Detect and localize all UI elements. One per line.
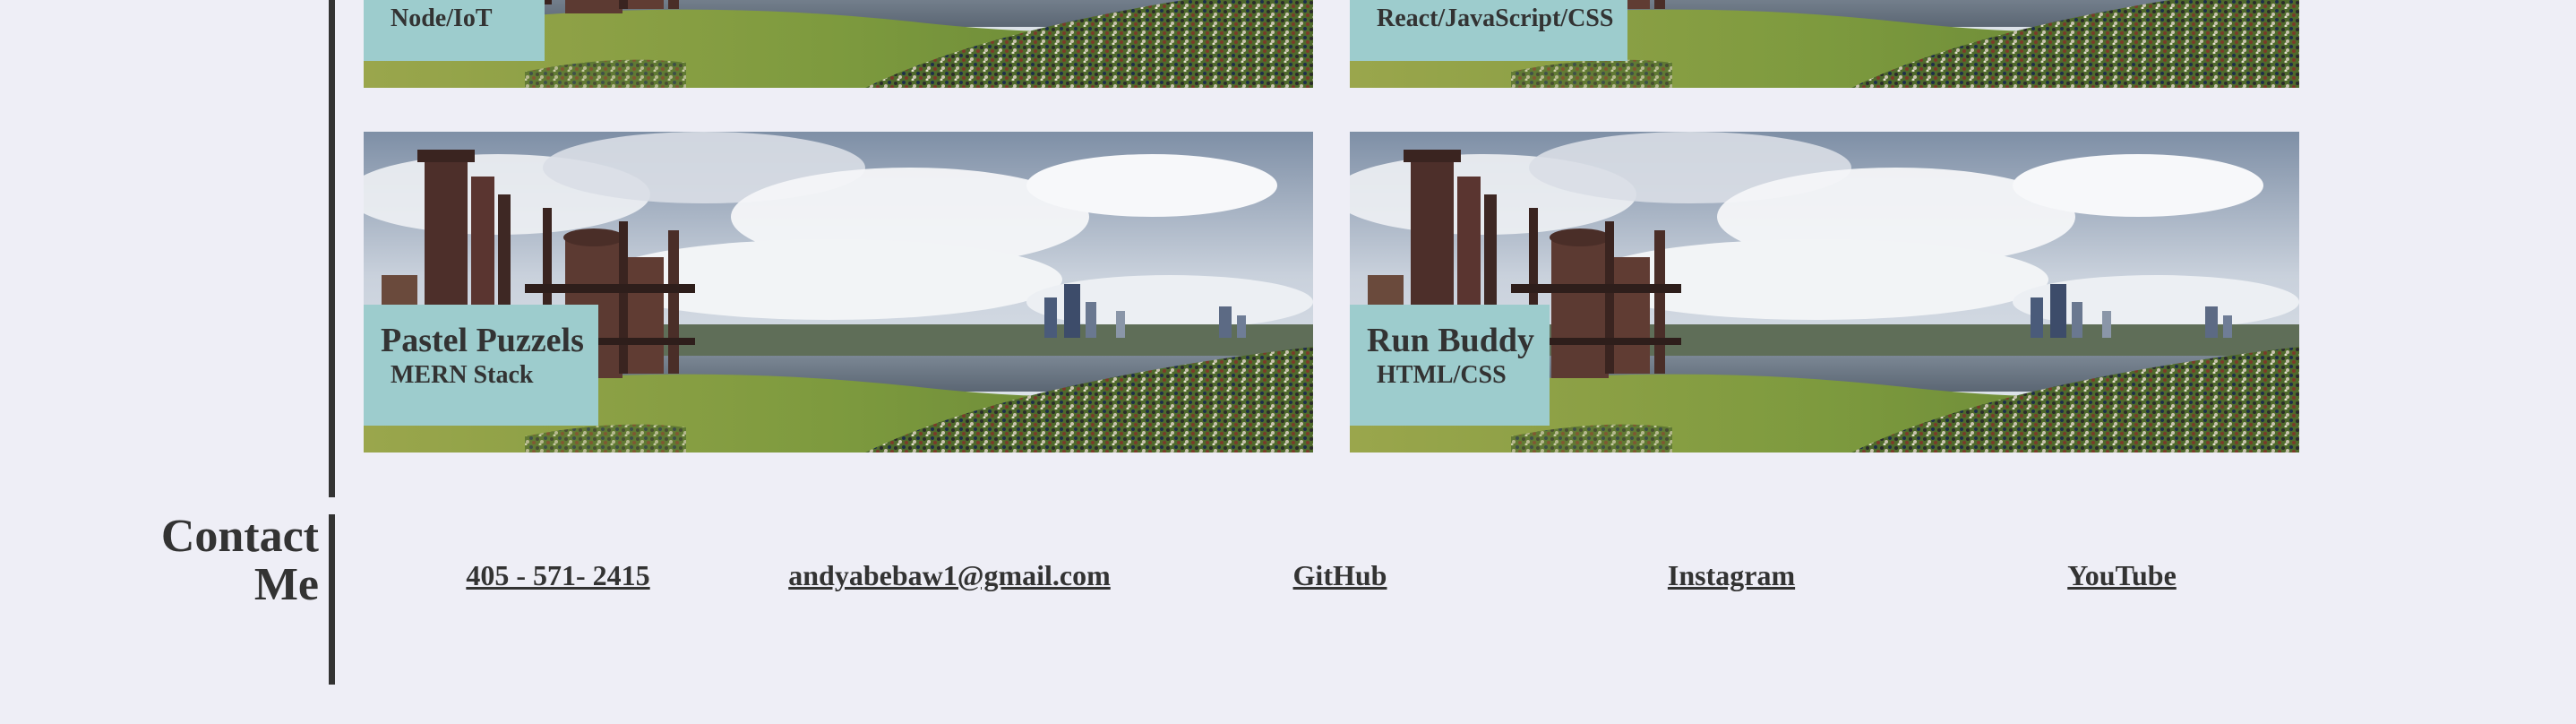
email-link[interactable]: andyabebaw1@gmail.com (788, 557, 1111, 593)
projects-section-rule (329, 0, 335, 497)
project-card-1[interactable]: Node/IoT (364, 0, 1313, 88)
contact-heading-line2: Me (253, 559, 319, 610)
project-card-4[interactable]: Run Buddy HTML/CSS (1350, 132, 2299, 452)
project-card-1-label: Node/IoT (364, 0, 545, 61)
contact-heading-line1: Contact (160, 511, 319, 562)
youtube-link[interactable]: YouTube (2067, 557, 2177, 593)
project-card-2-stack: React/JavaScript/CSS (1377, 4, 1614, 32)
project-card-3-stack: MERN Stack (391, 361, 534, 389)
project-card-4-stack: HTML/CSS (1377, 361, 1507, 389)
contact-heading: Contact Me (104, 513, 319, 609)
project-card-4-label: Run Buddy HTML/CSS (1350, 305, 1550, 426)
project-card-3-label: Pastel Puzzels MERN Stack (364, 305, 598, 426)
github-link[interactable]: GitHub (1293, 557, 1387, 593)
project-card-1-stack: Node/IoT (391, 4, 493, 32)
instagram-link[interactable]: Instagram (1668, 557, 1795, 593)
phone-link[interactable]: 405 - 571- 2415 (466, 557, 649, 593)
project-card-2-label: React/JavaScript/CSS (1350, 0, 1627, 61)
project-card-2[interactable]: React/JavaScript/CSS (1350, 0, 2299, 88)
project-card-3[interactable]: Pastel Puzzels MERN Stack (364, 132, 1313, 452)
project-card-4-title: Run Buddy (1367, 322, 1534, 359)
project-card-3-title: Pastel Puzzels (381, 322, 584, 359)
contact-section-rule (329, 514, 335, 685)
